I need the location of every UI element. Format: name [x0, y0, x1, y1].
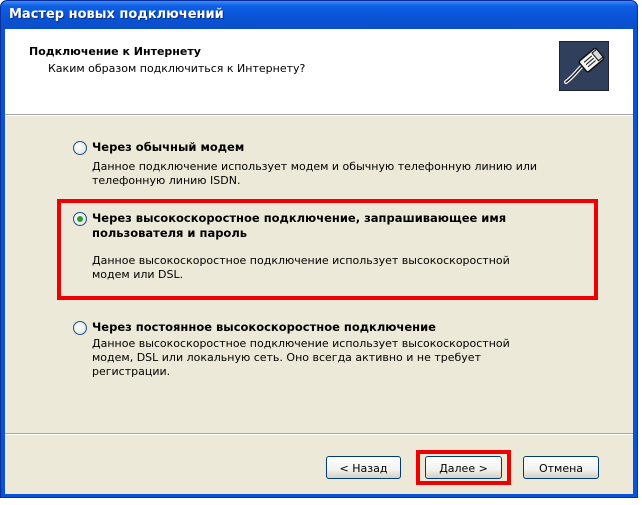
back-button[interactable]: < Назад [326, 456, 401, 479]
radio-dialup[interactable] [73, 141, 87, 155]
radio-broadband-always-on[interactable] [73, 321, 87, 335]
option-broadband-login-label-line2: пользователя и пароль [92, 226, 248, 240]
window-title: Мастер новых подключений [9, 7, 224, 22]
radio-broadband-login[interactable] [73, 212, 87, 226]
option-broadband-login-desc-line2: модем или DSL. [92, 268, 184, 281]
wizard-window: Мастер новых подключений Подключение к И… [0, 0, 638, 498]
option-broadband-always-on-desc-line3: регистрации. [92, 365, 171, 378]
option-broadband-always-on-desc-line1: Данное высокоскоростное подключение испо… [92, 337, 510, 350]
title-bar[interactable]: Мастер новых подключений [1, 1, 637, 29]
option-broadband-always-on-desc-line2: модем, DSL или локальную сеть. Оно всегд… [92, 351, 481, 364]
option-broadband-login-desc-line1: Данное высокоскоростное подключение испо… [92, 254, 510, 267]
header-title: Подключение к Интернету [29, 45, 201, 58]
next-button[interactable]: Далее > [425, 456, 502, 479]
network-cable-icon [559, 41, 609, 91]
dialog-client: Подключение к Интернету Каким образом по… [5, 29, 633, 494]
option-dialup-desc-line2: телефонную линию ISDN. [92, 174, 241, 187]
option-dialup-desc-line1: Данное подключение использует модем и об… [92, 160, 538, 173]
header-separator [5, 114, 633, 116]
option-broadband-login-label-line1: Через высокоскоростное подключение, запр… [92, 211, 507, 225]
header-subtitle: Каким образом подключиться к Интернету? [48, 62, 306, 75]
cancel-button[interactable]: Отмена [523, 456, 599, 479]
wizard-header: Подключение к Интернету Каким образом по… [5, 29, 633, 114]
option-broadband-always-on[interactable]: Через постоянное высокоскоростное подклю… [73, 319, 593, 399]
option-dialup[interactable]: Через обычный модем Данное подключение и… [73, 139, 593, 199]
option-broadband-login[interactable]: Через высокоскоростное подключение, запр… [73, 210, 593, 290]
option-broadband-always-on-label: Через постоянное высокоскоростное подклю… [92, 320, 436, 334]
option-dialup-label: Через обычный модем [92, 140, 245, 154]
footer-separator [5, 433, 633, 435]
